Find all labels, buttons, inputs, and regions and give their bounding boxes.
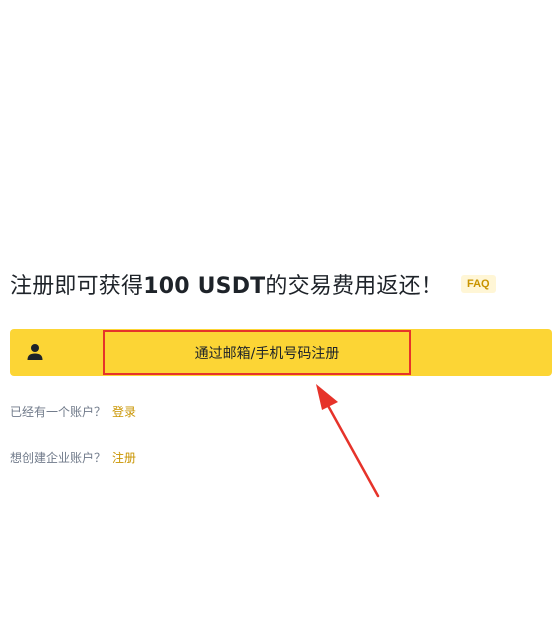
login-prompt: 已经有一个账户？: [10, 405, 107, 419]
business-prompt: 想创建企业账户？: [10, 451, 107, 465]
annotation-arrow-icon: [316, 384, 380, 498]
headline-prefix: 注册即可获得: [10, 274, 144, 299]
headline-suffix: 的交易费用返还！: [265, 274, 443, 299]
business-signup-link[interactable]: 注册: [112, 451, 136, 465]
headline: 注册即可获得100 USDT的交易费用返还！ FAQ: [10, 264, 496, 304]
signup-button-label: 通过邮箱/手机号码注册: [194, 345, 340, 362]
user-icon: [27, 344, 43, 360]
page-title: 注册即可获得100 USDT的交易费用返还！: [10, 268, 443, 300]
login-row: 已经有一个账户？ 登录: [10, 403, 136, 420]
faq-link[interactable]: FAQ: [460, 275, 496, 293]
business-account-row: 想创建企业账户？ 注册: [10, 449, 136, 466]
login-link[interactable]: 登录: [112, 405, 136, 419]
signup-email-phone-button[interactable]: 通过邮箱/手机号码注册: [10, 329, 552, 376]
headline-amount: 100 USDT: [143, 274, 266, 299]
